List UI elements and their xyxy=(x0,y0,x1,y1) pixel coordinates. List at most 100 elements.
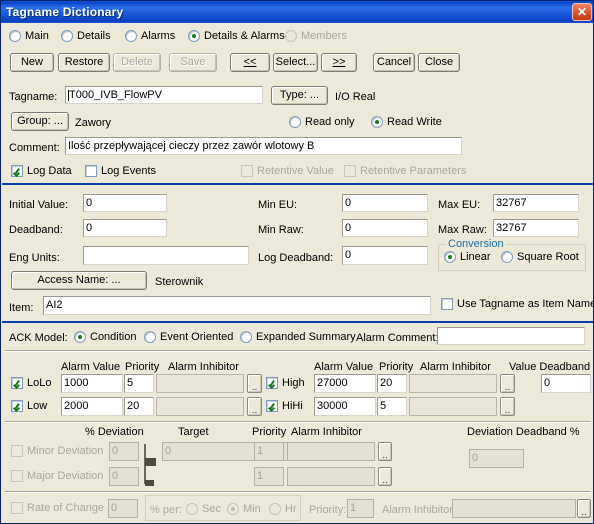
hihi-inhibitor-input[interactable] xyxy=(409,397,497,416)
deviation-deadband-input[interactable]: 0 xyxy=(469,449,524,468)
tagname-input[interactable]: T000_IVB_FlowPV xyxy=(65,86,263,104)
section-divider-main xyxy=(2,183,593,185)
select-button[interactable]: Select... xyxy=(273,53,318,72)
group-button-label: Group: ... xyxy=(17,115,63,127)
minor-deviation-pct-input[interactable]: 0 xyxy=(109,442,139,461)
hihi-checkbox[interactable]: HiHi xyxy=(266,400,303,412)
close-button[interactable]: Close xyxy=(418,53,460,72)
hihi-browse-button[interactable]: .. xyxy=(500,397,515,416)
min-raw-input[interactable]: 0 xyxy=(342,219,428,237)
new-button[interactable]: New xyxy=(10,53,54,72)
high-priority-input[interactable]: 20 xyxy=(377,374,407,393)
cancel-button[interactable]: Cancel xyxy=(373,53,415,72)
radio-read-only[interactable]: Read only xyxy=(289,116,355,128)
major-deviation-priority-input[interactable]: 1 xyxy=(254,467,284,486)
hihi-priority-input[interactable]: 5 xyxy=(377,397,407,416)
log-events-checkbox[interactable]: Log Events xyxy=(85,165,156,177)
log-data-label: Log Data xyxy=(27,165,72,177)
major-deviation-pct-input[interactable]: 0 xyxy=(109,467,139,486)
use-tagname-as-item-name-checkbox[interactable]: Use Tagname as Item Name xyxy=(441,298,593,310)
lolo-priority-input[interactable]: 5 xyxy=(124,374,154,393)
radio-ack-event-oriented[interactable]: Event Oriented xyxy=(144,331,233,343)
high-inhibitor-input[interactable] xyxy=(409,374,497,393)
radio-alarms[interactable]: Alarms xyxy=(125,30,175,42)
save-button: Save xyxy=(169,53,217,72)
radio-conversion-linear[interactable]: Linear xyxy=(444,251,491,263)
eng-units-input[interactable] xyxy=(83,246,249,265)
high-checkbox[interactable]: High xyxy=(266,377,305,389)
initial-value-input[interactable]: 0 xyxy=(83,194,167,212)
rate-priority-input[interactable]: 1 xyxy=(347,499,374,518)
minor-deviation-priority-input[interactable]: 1 xyxy=(254,442,284,461)
delete-button-label: Delete xyxy=(121,56,153,68)
log-data-checkbox[interactable]: Log Data xyxy=(11,165,72,177)
rate-of-change-checkbox[interactable]: Rate of Change xyxy=(11,502,104,514)
radio-ack-condition[interactable]: Condition xyxy=(74,331,136,343)
title-bar: Tagname Dictionary ✕ xyxy=(1,1,593,23)
radio-main[interactable]: Main xyxy=(9,30,49,42)
conversion-group-label: Conversion xyxy=(446,238,506,250)
hihi-priority: 5 xyxy=(380,400,387,412)
major-deviation-browse-button[interactable]: .. xyxy=(378,467,392,486)
max-eu-label: Max EU: xyxy=(438,199,481,211)
rate-alarm-inhibitor-browse-button[interactable]: .. xyxy=(577,499,591,518)
access-name-button[interactable]: Access Name: ... xyxy=(11,271,147,290)
col-target: Target xyxy=(178,426,209,438)
low-checkbox[interactable]: Low xyxy=(11,400,47,412)
radio-rate-hr[interactable]: Hr xyxy=(269,503,297,515)
low-inhibitor-input[interactable] xyxy=(156,397,244,416)
min-eu-input[interactable]: 0 xyxy=(342,194,428,212)
lolo-checkbox[interactable]: LoLo xyxy=(11,377,51,389)
log-deadband-input[interactable]: 0 xyxy=(342,246,428,265)
low-browse-button[interactable]: .. xyxy=(247,397,262,416)
select-button-label: Select... xyxy=(275,56,316,68)
hihi-value-input[interactable]: 30000 xyxy=(314,397,376,416)
major-deviation-inhibitor-input[interactable] xyxy=(287,467,375,486)
tagname-dictionary-dialog: Tagname Dictionary ✕ Main Details Alarms… xyxy=(0,0,594,524)
lolo-inhibitor-input[interactable] xyxy=(156,374,244,393)
radio-details[interactable]: Details xyxy=(61,30,111,42)
item-input[interactable]: AI2 xyxy=(43,296,431,315)
radio-rate-sec[interactable]: Sec xyxy=(186,503,221,515)
radio-read-write[interactable]: Read Write xyxy=(371,116,442,128)
max-raw-input[interactable]: 32767 xyxy=(493,219,579,237)
group-button[interactable]: Group: ... xyxy=(11,112,69,131)
lolo-browse-button[interactable]: .. xyxy=(247,374,262,393)
radio-ack-event-oriented-label: Event Oriented xyxy=(160,331,234,343)
high-browse-button[interactable]: .. xyxy=(500,374,515,393)
radio-rate-min[interactable]: Min xyxy=(227,503,261,515)
close-icon[interactable]: ✕ xyxy=(572,3,592,21)
previous-button[interactable]: << xyxy=(230,53,270,72)
radio-rate-min-mark xyxy=(227,503,239,515)
deadband-input[interactable]: 0 xyxy=(83,219,167,237)
value-deadband-input[interactable]: 0 xyxy=(541,374,591,393)
minor-deviation-inhibitor-input[interactable] xyxy=(287,442,375,461)
minor-deviation-checkbox-box xyxy=(11,445,23,457)
minor-deviation-checkbox[interactable]: Minor Deviation xyxy=(11,445,103,457)
low-value-input[interactable]: 2000 xyxy=(61,397,123,416)
max-eu-input[interactable]: 32767 xyxy=(493,194,579,212)
radio-conversion-square-root[interactable]: Square Root xyxy=(501,251,579,263)
major-deviation-checkbox[interactable]: Major Deviation xyxy=(11,470,103,482)
target-bracket-icon xyxy=(144,444,156,486)
alarm-comment-input[interactable] xyxy=(437,327,585,345)
rate-alarm-inhibitor-input[interactable] xyxy=(452,499,576,518)
radio-details-and-alarms[interactable]: Details & Alarms xyxy=(188,30,285,42)
minor-deviation-browse-button[interactable]: .. xyxy=(378,442,392,461)
rate-of-change-input[interactable]: 0 xyxy=(108,499,138,518)
low-priority: 20 xyxy=(127,400,140,412)
radio-alarms-label: Alarms xyxy=(141,30,176,42)
radio-main-mark xyxy=(9,30,21,42)
comment-input[interactable]: Ilość przepływającej cieczy przez zawór … xyxy=(65,137,462,155)
lolo-value-input[interactable]: 1000 xyxy=(61,374,123,393)
type-button[interactable]: Type: ... xyxy=(271,86,328,105)
next-button[interactable]: >> xyxy=(321,53,357,72)
low-priority-input[interactable]: 20 xyxy=(124,397,154,416)
pct-per-label: % per: xyxy=(150,504,182,516)
radio-conversion-square-root-mark xyxy=(501,251,513,263)
rate-of-change-checkbox-box xyxy=(11,502,23,514)
restore-button[interactable]: Restore xyxy=(58,53,110,72)
retentive-value-checkbox: Retentive Value xyxy=(241,165,334,177)
high-value-input[interactable]: 27000 xyxy=(314,374,376,393)
radio-ack-expanded-summary[interactable]: Expanded Summary xyxy=(240,331,356,343)
